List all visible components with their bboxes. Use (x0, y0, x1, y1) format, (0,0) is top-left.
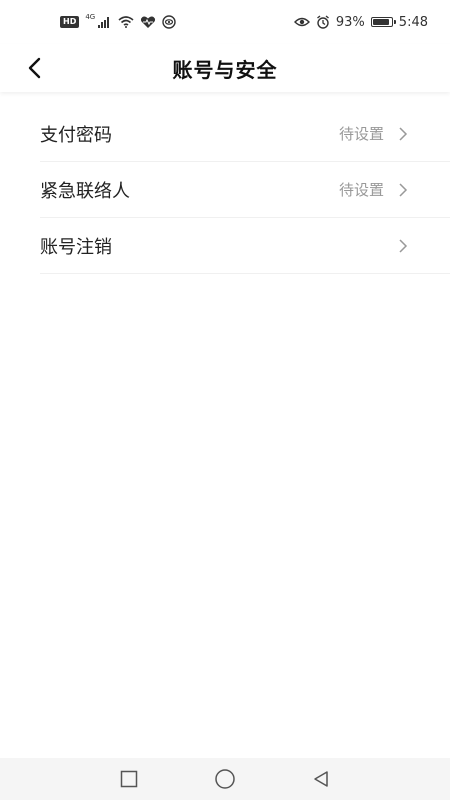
recent-apps-button[interactable] (117, 767, 141, 791)
settings-item-payment-password[interactable]: 支付密码 待设置 (40, 106, 450, 162)
wifi-icon (118, 16, 134, 28)
chevron-right-icon (396, 181, 410, 199)
battery-icon (370, 17, 396, 27)
circle-icon (215, 769, 235, 789)
chevron-left-icon (28, 57, 41, 79)
status-right: 93% 5:48 (293, 14, 428, 30)
system-nav-bar (0, 758, 450, 800)
settings-item-label: 支付密码 (40, 124, 112, 146)
header: 账号与安全 (0, 44, 450, 92)
settings-list: 支付密码 待设置 紧急联络人 待设置 账号注销 (40, 106, 450, 274)
status-bar: HD 4G 93% 5:48 (0, 0, 450, 44)
hd-badge: HD (60, 16, 80, 28)
eye-shield-icon (162, 15, 176, 29)
settings-item-account-deletion[interactable]: 账号注销 (40, 218, 450, 274)
chevron-right-icon (396, 125, 410, 143)
settings-item-label: 紧急联络人 (40, 180, 130, 202)
settings-item-emergency-contact[interactable]: 紧急联络人 待设置 (40, 162, 450, 218)
eye-comfort-icon (293, 17, 310, 27)
chevron-right-icon (396, 237, 410, 255)
network-type: 4G (85, 13, 96, 21)
square-icon (120, 770, 138, 788)
back-nav-button[interactable] (309, 767, 333, 791)
home-button[interactable] (213, 767, 237, 791)
settings-item-label: 账号注销 (40, 236, 112, 258)
back-button[interactable] (16, 50, 52, 86)
triangle-back-icon (314, 771, 328, 787)
screen: HD 4G 93% 5:48 账号与安全 支付密码 待设置 紧急联络人 待设置 … (0, 0, 450, 800)
signal-icon (98, 17, 110, 28)
status-time: 5:48 (398, 14, 428, 30)
battery-percent: 93% (335, 14, 365, 30)
settings-item-status: 待设置 (338, 125, 384, 143)
page-title: 账号与安全 (172, 57, 278, 82)
alarm-icon (316, 15, 329, 29)
status-left: HD 4G (60, 13, 176, 29)
settings-item-status: 待设置 (338, 181, 384, 199)
heart-pulse-icon (141, 16, 156, 28)
